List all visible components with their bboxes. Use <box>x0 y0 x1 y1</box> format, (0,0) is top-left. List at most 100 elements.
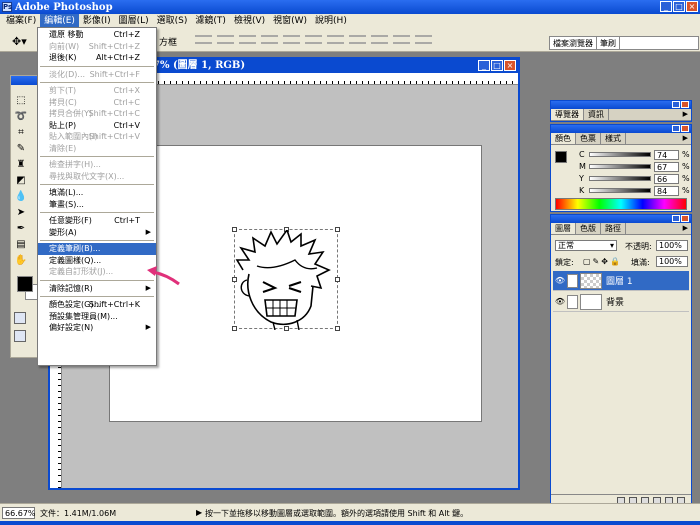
channel-slider[interactable] <box>589 152 651 157</box>
lasso-tool-icon[interactable]: ➰ <box>14 110 28 123</box>
doc-minimize-button[interactable]: _ <box>478 60 490 71</box>
channel-value-input[interactable]: 84 <box>654 185 679 196</box>
tab-brushes[interactable]: 筆刷 <box>597 37 620 49</box>
distribute-left-icon[interactable] <box>393 35 410 44</box>
distribute-top-icon[interactable] <box>327 35 344 44</box>
align-right-icon[interactable] <box>305 35 322 44</box>
palette-close-button[interactable] <box>681 101 689 108</box>
edit-menu-item[interactable]: 退後(K) Alt+Ctrl+Z <box>38 52 156 64</box>
close-button[interactable]: × <box>686 1 698 12</box>
menu-image[interactable]: 影像(I) <box>79 14 115 28</box>
edit-menu-item[interactable]: 定義筆刷(B)... <box>38 243 156 255</box>
align-top-icon[interactable] <box>195 35 212 44</box>
doc-maximize-button[interactable]: □ <box>491 60 503 71</box>
blur-tool-icon[interactable]: 💧 <box>14 190 28 203</box>
foreground-color-swatch[interactable] <box>17 276 33 292</box>
tab-info[interactable]: 資訊 <box>584 109 609 120</box>
palette-menu-arrow-icon[interactable]: ▶ <box>683 134 688 142</box>
hand-tool-icon[interactable]: ✋ <box>14 254 28 267</box>
channel-slider[interactable] <box>589 188 651 193</box>
distribute-middle-icon[interactable] <box>349 35 366 44</box>
marquee-tool-icon[interactable]: ⬚ <box>14 94 28 107</box>
edit-menu-item[interactable]: 還原 移動 Ctrl+Z <box>38 29 156 41</box>
crop-tool-icon[interactable]: ⌗ <box>14 126 28 139</box>
distribute-center-icon[interactable] <box>415 35 432 44</box>
palette-minimize-button[interactable] <box>672 125 680 132</box>
layer-row[interactable]: 👁 背景 <box>553 292 689 312</box>
menu-file[interactable]: 檔案(F) <box>2 14 40 28</box>
menu-layer[interactable]: 圖層(L) <box>115 14 153 28</box>
layer-link-icon[interactable] <box>567 294 578 309</box>
edit-menu-item[interactable]: 偏好設定(N) ▶ <box>38 322 156 334</box>
edit-menu-item[interactable]: 貼上(P) Ctrl+V <box>38 120 156 132</box>
tab-file-browser[interactable]: 檔案瀏覽器 <box>550 37 597 49</box>
edit-menu-item[interactable]: 預設集管理員(M)... <box>38 311 156 323</box>
tab-layers[interactable]: 圖層 <box>551 223 576 234</box>
palette-minimize-button[interactable] <box>672 215 680 222</box>
edit-menu-item[interactable]: 填滿(L)... <box>38 187 156 199</box>
channel-slider[interactable] <box>589 164 651 169</box>
edit-menu-item[interactable]: 清除記憶(R) ▶ <box>38 283 156 295</box>
eye-icon[interactable]: 👁 <box>553 297 567 306</box>
blend-mode-select[interactable]: 正常 ▾ <box>555 240 617 251</box>
path-selection-icon[interactable]: ➤ <box>14 206 28 219</box>
maximize-button[interactable]: □ <box>673 1 685 12</box>
palette-menu-arrow-icon[interactable]: ▶ <box>683 224 688 232</box>
lock-icons[interactable]: ▢✎✥🔒 <box>583 257 622 266</box>
distribute-bottom-icon[interactable] <box>371 35 388 44</box>
menu-filter[interactable]: 濾鏡(T) <box>191 14 230 28</box>
palette-minimize-button[interactable] <box>672 101 680 108</box>
menu-select[interactable]: 選取(S) <box>153 14 192 28</box>
menu-help[interactable]: 說明(H) <box>311 14 351 28</box>
taskbar-strip <box>0 521 700 525</box>
align-center-icon[interactable] <box>283 35 300 44</box>
navigator-palette-header[interactable] <box>551 101 691 109</box>
tab-paths[interactable]: 路徑 <box>601 223 626 234</box>
eraser-tool-icon[interactable]: ◩ <box>14 174 28 187</box>
align-bottom-icon[interactable] <box>239 35 256 44</box>
tab-navigator[interactable]: 導覽器 <box>551 109 584 120</box>
opacity-input[interactable]: 100% <box>656 240 688 251</box>
fill-input[interactable]: 100% <box>656 256 688 267</box>
notes-tool-icon[interactable]: ▤ <box>14 238 28 251</box>
align-middle-icon[interactable] <box>217 35 234 44</box>
palette-close-button[interactable] <box>681 125 689 132</box>
tab-styles[interactable]: 樣式 <box>601 133 626 144</box>
menu-item-label: 清除記憶(R) <box>49 283 93 293</box>
pen-tool-icon[interactable]: ✒ <box>14 222 28 235</box>
menu-edit[interactable]: 編輯(E) <box>40 14 79 28</box>
palette-menu-arrow-icon[interactable]: ▶ <box>683 110 688 118</box>
tab-channels[interactable]: 色版 <box>576 223 601 234</box>
tab-swatches[interactable]: 色票 <box>576 133 601 144</box>
layer-row[interactable]: 👁 圖層 1 <box>553 271 689 291</box>
color-spectrum-bar[interactable] <box>555 198 687 210</box>
healing-brush-icon[interactable]: ✎ <box>14 142 28 155</box>
channel-value-input[interactable]: 74 <box>654 149 679 160</box>
standard-mode-icon[interactable] <box>14 312 26 324</box>
edit-menu-item[interactable]: 定義圖樣(Q)... <box>38 255 156 267</box>
transform-bounding-box[interactable] <box>232 227 340 331</box>
edit-menu-item[interactable]: 變形(A) ▶ <box>38 227 156 239</box>
edit-menu-item[interactable]: 筆畫(S)... <box>38 199 156 211</box>
channel-slider[interactable] <box>589 176 651 181</box>
screen-mode-standard-icon[interactable] <box>14 330 26 342</box>
move-tool-icon[interactable]: ✥▾ <box>12 35 27 48</box>
minimize-button[interactable]: _ <box>660 1 672 12</box>
tab-color[interactable]: 顏色 <box>551 133 576 144</box>
menu-window[interactable]: 視窗(W) <box>269 14 311 28</box>
menu-view[interactable]: 檢視(V) <box>230 14 269 28</box>
channel-value-input[interactable]: 66 <box>654 173 679 184</box>
document-info[interactable]: 文件：1.41M/1.06M <box>40 508 116 519</box>
color-palette-header[interactable] <box>551 125 691 133</box>
align-left-icon[interactable] <box>261 35 278 44</box>
doc-close-button[interactable]: × <box>504 60 516 71</box>
zoom-input[interactable]: 66.67% <box>2 507 36 519</box>
palette-close-button[interactable] <box>681 215 689 222</box>
eye-icon[interactable]: 👁 <box>553 276 567 285</box>
layer-brush-icon[interactable] <box>567 273 578 288</box>
channel-value-input[interactable]: 67 <box>654 161 679 172</box>
stamp-tool-icon[interactable]: ♜ <box>14 158 28 171</box>
edit-menu-item[interactable]: 任意變形(F) Ctrl+T <box>38 215 156 227</box>
layers-palette-header[interactable] <box>551 215 691 223</box>
edit-menu-item[interactable]: 顏色設定(G)... Shift+Ctrl+K <box>38 299 156 311</box>
